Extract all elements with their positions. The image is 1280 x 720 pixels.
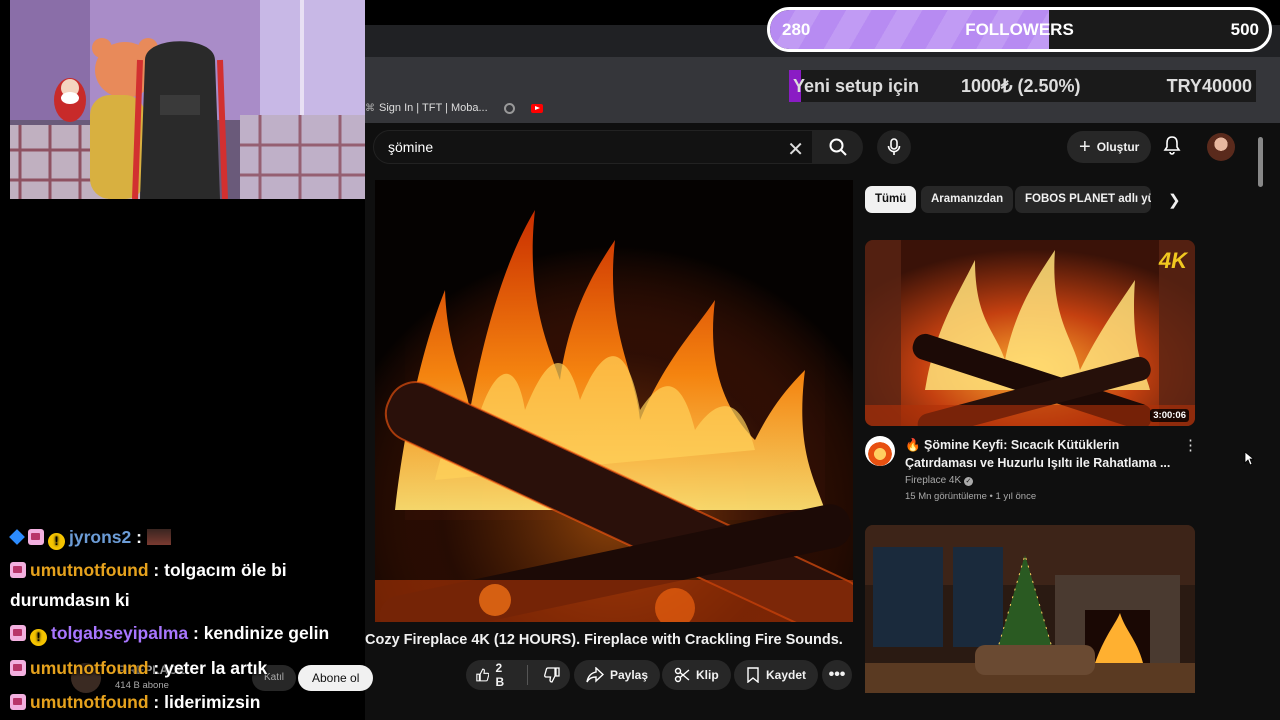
bookmark-save-icon <box>747 667 759 683</box>
subscriber-badge-icon <box>10 694 26 710</box>
recommendation-thumbnail[interactable] <box>865 525 1195 693</box>
microphone-icon <box>887 138 901 155</box>
scissors-icon <box>674 667 690 683</box>
quality-badge: 4K <box>1158 248 1187 273</box>
youtube-icon <box>530 103 543 113</box>
chat-separator: : <box>131 527 147 547</box>
donation-target: TRY40000 <box>1166 76 1252 96</box>
chat-message: ! tolgabseyipalma : kendinize gelin <box>10 618 330 648</box>
plus-icon: + <box>1079 136 1091 158</box>
like-count: 2 B <box>495 661 505 689</box>
chat-message: umutnotfound : tolgacım öle bi durumdası… <box>10 555 330 615</box>
chat-username: umutnotfound <box>30 560 149 580</box>
create-button[interactable]: + Oluştur <box>1067 131 1152 163</box>
like-divider <box>527 665 528 685</box>
recommendation-meta: 15 Mn görüntüleme • 1 yıl önce <box>905 491 1037 502</box>
more-actions-button[interactable]: ••• <box>822 660 852 690</box>
subscriber-badge-icon <box>10 562 26 578</box>
chat-message: ! jyrons2 : <box>9 522 330 552</box>
clip-label: Klip <box>696 668 719 682</box>
donation-label: Yeni setup için <box>793 76 920 96</box>
subscriber-badge-icon <box>28 529 44 545</box>
thumbs-up-icon <box>476 668 490 682</box>
chat-message: umutnotfound : yeter la artık <box>10 653 330 683</box>
chip-fobos-planet[interactable]: FOBOS PLANET adlı yük <box>1015 186 1151 213</box>
chat-username: tolgabseyipalma <box>51 623 189 643</box>
search-input[interactable]: şömine ✕ <box>373 130 813 164</box>
video-duration: 3:00:06 <box>1150 409 1189 422</box>
scrollbar-thumb[interactable] <box>1258 137 1263 187</box>
chip-all[interactable]: Tümü <box>865 186 917 213</box>
chat-username: umutnotfound <box>30 658 149 678</box>
followers-goal-bar: 280 FOLLOWERS 500 <box>767 7 1272 52</box>
youtube-page: şömine ✕ + Oluştur Cozy Fireplace 4K (12… <box>71 123 1280 720</box>
chat-separator: : <box>148 692 165 712</box>
globe-icon <box>503 102 515 114</box>
search-query: şömine <box>388 139 434 155</box>
recommendation-channel-name: Fireplace 4K <box>905 475 962 486</box>
bookmark-tft[interactable]: ⌘ Sign In | TFT | Moba... <box>365 102 488 114</box>
more-vertical-icon[interactable]: ⋮ <box>1183 436 1198 454</box>
chat-separator: : <box>148 658 165 678</box>
chat-separator: : <box>188 623 204 643</box>
clear-search-icon[interactable]: ✕ <box>787 137 804 162</box>
video-player[interactable] <box>375 180 853 622</box>
chat-text: yeter la artık <box>164 658 268 678</box>
dislike-button[interactable] <box>534 660 570 690</box>
followers-label: FOLLOWERS <box>965 20 1074 39</box>
chat-separator: : <box>148 560 165 580</box>
chat-text: kendinize gelin <box>203 623 330 643</box>
clip-button[interactable]: Klip <box>662 660 731 690</box>
share-icon <box>586 667 604 683</box>
like-button[interactable]: 2 B <box>466 660 521 690</box>
chip-from-search[interactable]: Aramanızdan <box>921 186 1014 213</box>
chat-text: liderimizsin <box>164 692 261 712</box>
fireplace-video-frame <box>375 180 853 622</box>
like-dislike-group: 2 B <box>466 660 570 690</box>
donation-goal-bar: Yeni setup için 1000₺ (2.50%) TRY40000 <box>789 70 1256 102</box>
bookmark-label: Sign In | TFT | Moba... <box>379 102 488 114</box>
page-scrollbar[interactable] <box>1256 137 1263 697</box>
subscriber-badge-icon <box>10 660 26 676</box>
mouse-cursor-icon <box>1244 451 1254 466</box>
recommendation-title[interactable]: 🔥 Şömine Keyfi: Sıcacık Kütüklerin Çatır… <box>905 436 1173 472</box>
emote-icon <box>146 529 171 545</box>
create-label: Oluştur <box>1096 140 1140 154</box>
bookmark-youtube[interactable] <box>530 103 543 113</box>
share-label: Paylaş <box>610 668 649 682</box>
donation-amount: 1000₺ (2.50%) <box>961 76 1081 96</box>
chat-username: umutnotfound <box>30 692 149 712</box>
voice-search-button[interactable] <box>877 130 911 164</box>
bookmark-icon: ⌘ <box>365 102 375 114</box>
bookmark-globe[interactable] <box>503 102 515 114</box>
bell-icon <box>1163 136 1181 155</box>
verified-icon: ✓ <box>963 477 973 486</box>
recommendation-thumbnail[interactable]: 4K 3:00:06 <box>865 240 1195 426</box>
notifications-button[interactable] <box>1163 135 1181 160</box>
thumbs-down-icon <box>544 667 560 683</box>
recommendation-channel[interactable]: Fireplace 4K ✓ <box>905 475 973 486</box>
followers-target: 500 <box>1230 20 1259 39</box>
account-avatar[interactable] <box>1207 133 1235 161</box>
chevron-right-icon[interactable]: ❯ <box>1168 191 1181 209</box>
video-title: Cozy Fireplace 4K (12 HOURS). Fireplace … <box>365 632 845 648</box>
save-button[interactable]: Kaydet <box>734 660 819 690</box>
share-button[interactable]: Paylaş <box>574 660 661 690</box>
save-label: Kaydet <box>766 668 807 682</box>
recommendation-channel-avatar[interactable] <box>865 436 895 466</box>
chat-message: umutnotfound : liderimizsin <box>10 687 330 717</box>
christmas-cabin-thumbnail-image <box>865 525 1195 693</box>
fireplace-thumbnail-image <box>865 240 1195 426</box>
webcam-image <box>10 0 365 199</box>
youtube-header: şömine ✕ + Oluştur <box>365 123 1280 171</box>
webcam-overlay <box>10 0 365 199</box>
diamond-badge-icon <box>9 529 25 545</box>
chat-username: jyrons2 <box>69 527 132 547</box>
search-button[interactable] <box>813 130 863 164</box>
search-icon <box>829 138 847 156</box>
gold-badge-icon: ! <box>48 533 65 550</box>
more-horizontal-icon: ••• <box>828 666 846 683</box>
gold-badge-icon: ! <box>30 629 47 646</box>
subscriber-badge-icon <box>10 625 26 641</box>
